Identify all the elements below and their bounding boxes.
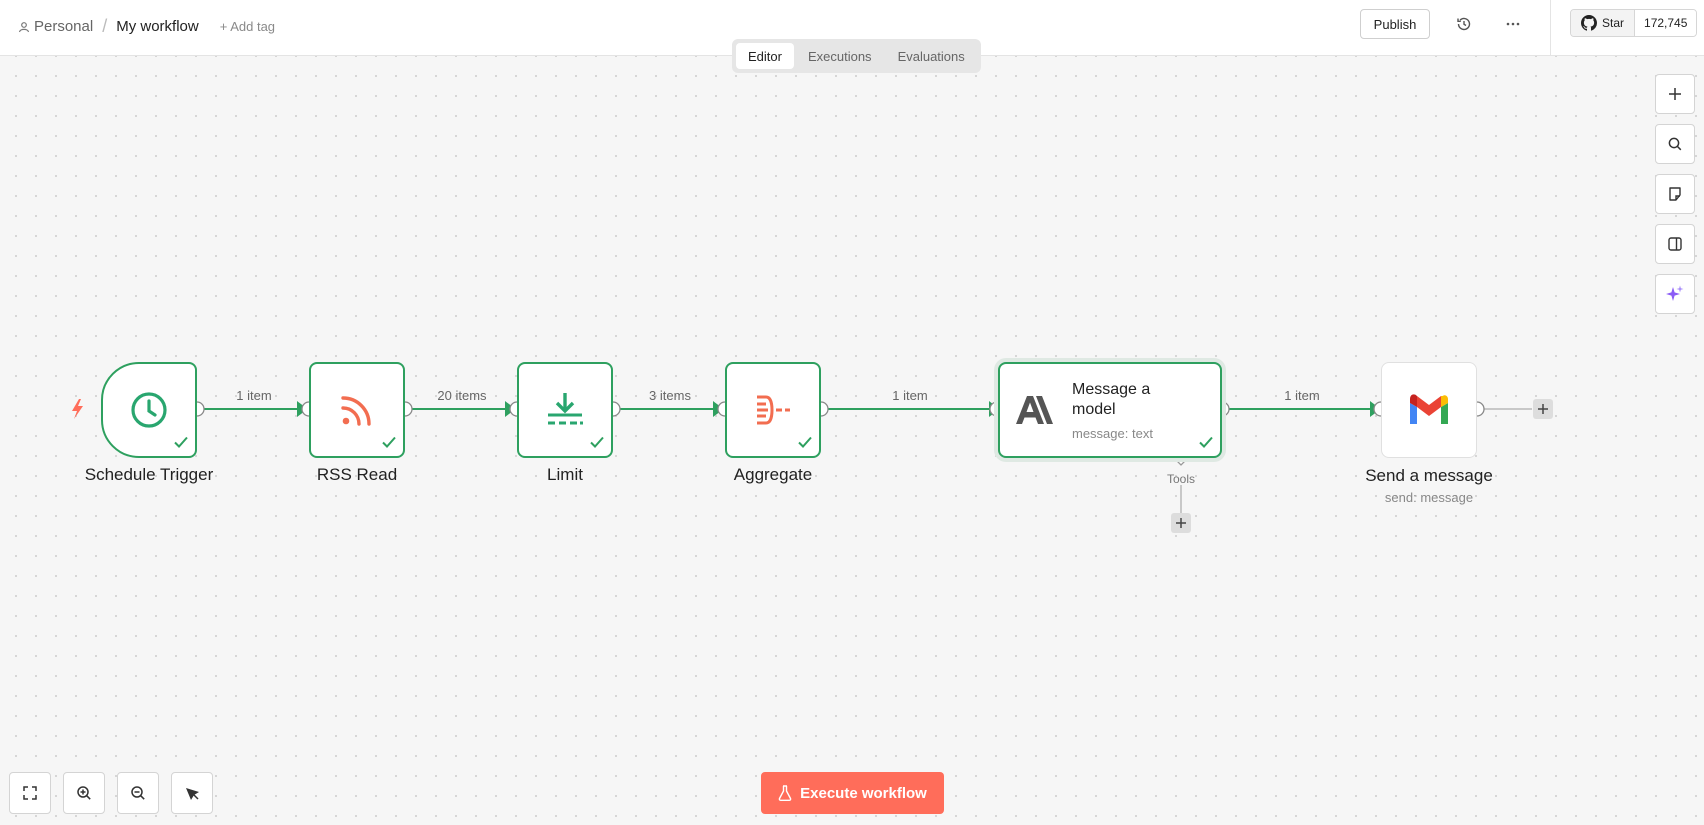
- edge-label: 1 item: [892, 388, 928, 403]
- edge-label: 1 item: [1284, 388, 1320, 403]
- clock-icon: [131, 392, 167, 428]
- limit-icon: [548, 393, 583, 425]
- node-label: Schedule Trigger: [84, 465, 214, 484]
- node-subtitle: send: message: [1384, 490, 1474, 505]
- plus-icon: [1176, 518, 1186, 528]
- gmail-icon: [1410, 394, 1448, 424]
- trigger-bolt-icon: [72, 399, 83, 419]
- node-label: Limit: [547, 465, 583, 484]
- node-schedule-trigger[interactable]: [101, 362, 197, 458]
- node-subtitle: message: text: [1072, 425, 1153, 441]
- fit-view-icon: [23, 786, 37, 800]
- zoom-out-button[interactable]: [117, 772, 159, 814]
- node-message-a-model[interactable]: Message a model message: text: [998, 362, 1222, 458]
- node-aggregate[interactable]: [725, 362, 821, 458]
- node-rss-read[interactable]: [309, 362, 405, 458]
- fit-view-button[interactable]: [9, 772, 51, 814]
- success-check-icon: [798, 436, 812, 448]
- flask-icon: [778, 785, 792, 801]
- tools-connector-label: Tools: [1166, 472, 1196, 486]
- tidy-up-button[interactable]: [171, 772, 213, 814]
- plus-icon: [1538, 404, 1548, 414]
- edge-label: 3 items: [649, 388, 691, 403]
- success-check-icon: [590, 436, 604, 448]
- aggregate-icon: [757, 395, 790, 425]
- edge-label: 20 items: [437, 388, 487, 403]
- execute-workflow-label: Execute workflow: [800, 784, 927, 802]
- node-title: Message a model: [1072, 380, 1151, 418]
- node-label: Aggregate: [733, 465, 813, 484]
- zoom-in-button[interactable]: [63, 772, 105, 814]
- success-check-icon: [1199, 436, 1213, 448]
- rss-icon: [341, 396, 371, 426]
- anthropic-icon: [1016, 396, 1053, 424]
- add-next-node-button[interactable]: [1533, 399, 1553, 419]
- success-check-icon: [382, 436, 396, 448]
- add-tool-button[interactable]: [1171, 513, 1191, 533]
- edge-label: 1 item: [236, 388, 272, 403]
- zoom-in-icon: [77, 786, 91, 800]
- broom-icon: [186, 788, 199, 800]
- node-limit[interactable]: [517, 362, 613, 458]
- success-check-icon: [174, 436, 188, 448]
- node-label: RSS Read: [316, 465, 398, 484]
- node-label: Send a message: [1365, 466, 1493, 485]
- node-send-a-message[interactable]: [1381, 362, 1477, 458]
- execute-workflow-button[interactable]: Execute workflow: [761, 772, 944, 814]
- zoom-out-icon: [131, 786, 145, 800]
